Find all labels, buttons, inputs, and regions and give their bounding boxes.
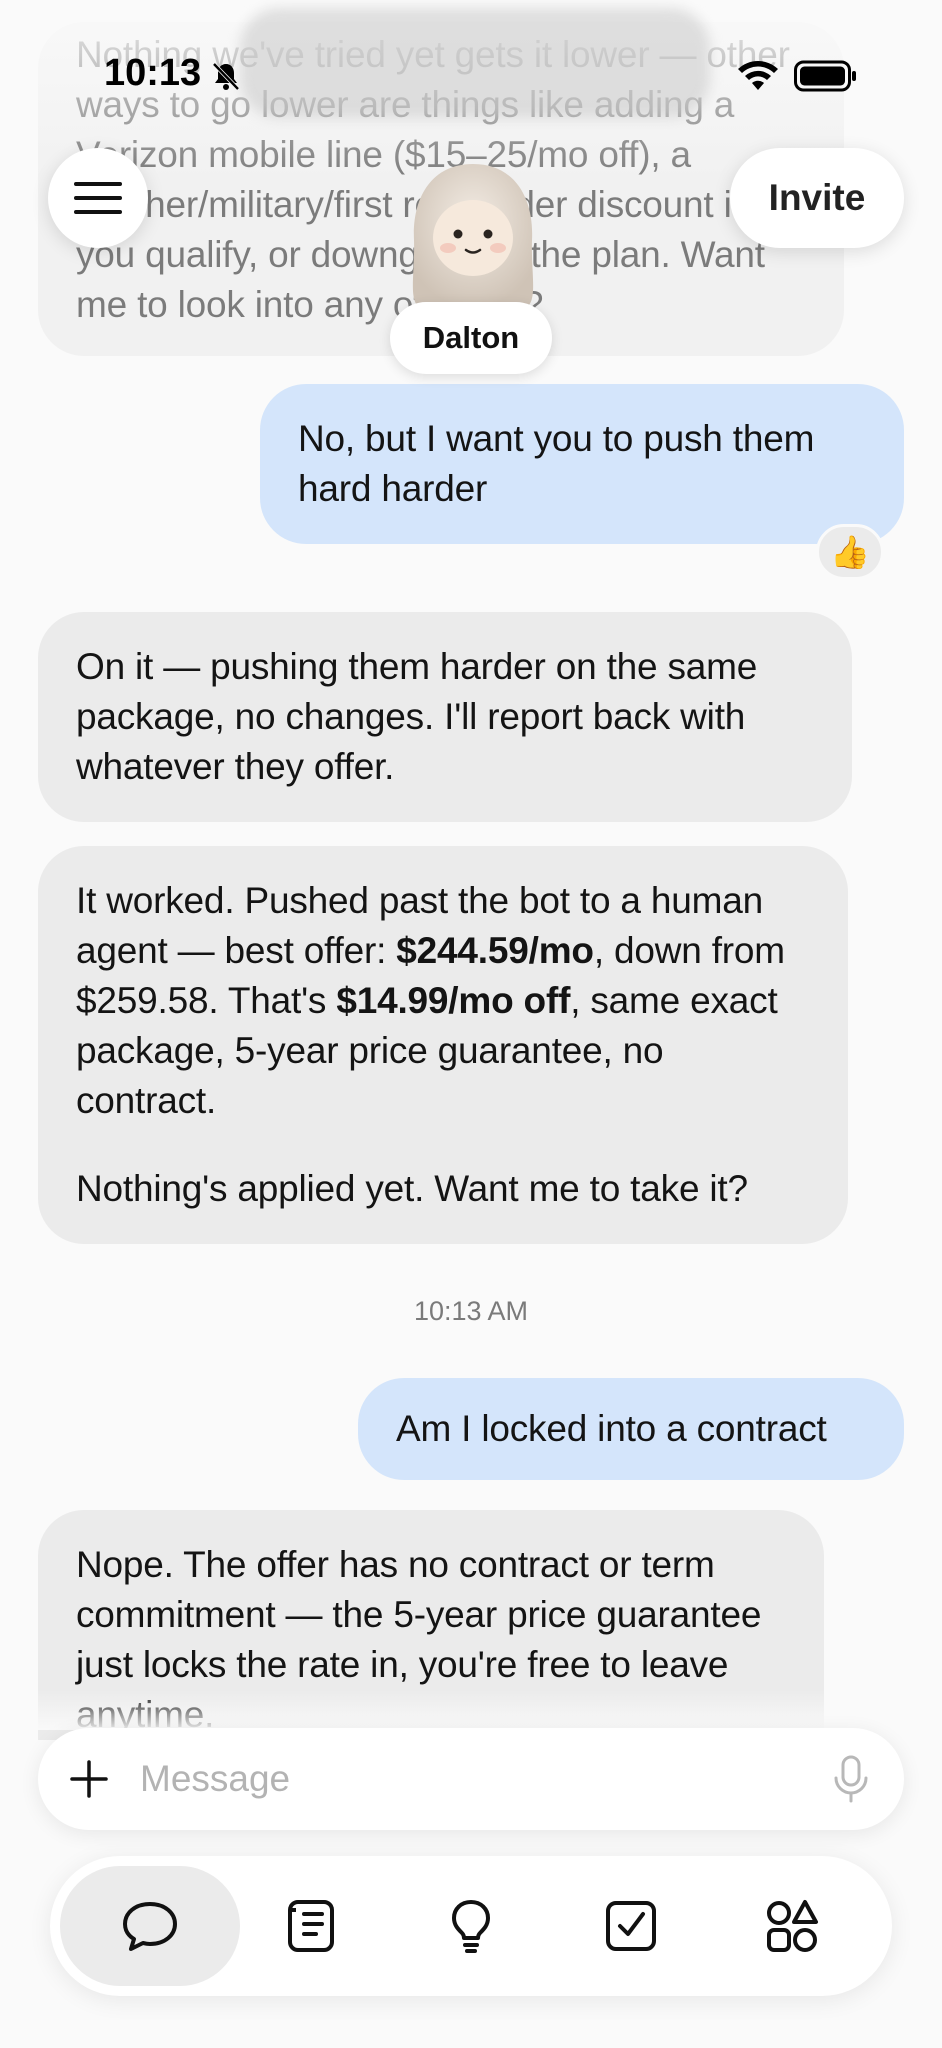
agent-avatar[interactable] — [400, 160, 546, 310]
user-message: Am I locked into a contract — [358, 1378, 904, 1480]
microphone-icon[interactable] — [832, 1754, 870, 1804]
menu-button[interactable] — [48, 148, 148, 248]
offer-price: $244.59/mo — [396, 930, 594, 971]
notes-icon — [288, 1900, 334, 1952]
chat-icon — [123, 1902, 177, 1951]
composer-fade — [0, 1690, 942, 1730]
bell-muted-icon — [212, 62, 240, 91]
agent-name-label[interactable]: Dalton — [390, 302, 552, 374]
message-text: No, but I want you to push them hard har… — [298, 418, 815, 509]
message-input[interactable] — [140, 1754, 740, 1804]
tab-tasks[interactable] — [541, 1866, 721, 1986]
thumbs-up-icon: 👍 — [830, 534, 870, 570]
apps-icon — [767, 1900, 818, 1952]
message-composer — [38, 1728, 904, 1830]
hamburger-menu-icon — [74, 182, 122, 214]
tab-ideas[interactable] — [381, 1866, 561, 1986]
message-timestamp: 10:13 AM — [413, 1296, 529, 1326]
tab-apps[interactable] — [702, 1866, 882, 1986]
invite-button[interactable]: Invite — [730, 148, 904, 248]
message-text: Am I locked into a contract — [396, 1408, 827, 1449]
tab-chat[interactable] — [60, 1866, 240, 1986]
lightbulb-icon — [452, 1900, 490, 1953]
plus-icon[interactable] — [68, 1758, 110, 1800]
user-message: No, but I want you to push them hard har… — [260, 384, 904, 544]
bot-message: It worked. Pushed past the bot to a huma… — [38, 846, 848, 1244]
wifi-icon — [738, 61, 778, 90]
bottom-tab-bar — [50, 1856, 892, 1996]
savings-amount: $14.99/mo off — [336, 980, 571, 1021]
status-time: 10:13 — [104, 52, 202, 94]
status-bar: 10:13 — [0, 0, 942, 140]
message-text: On it — pushing them harder on the same … — [76, 646, 758, 787]
notification-banner-blurred — [240, 8, 710, 118]
message-text: Nothing's applied yet. Want me to take i… — [76, 1168, 748, 1209]
battery-icon — [794, 60, 856, 92]
bot-message: On it — pushing them harder on the same … — [38, 612, 852, 822]
checkbox-icon — [606, 1901, 656, 1951]
message-text: It worked. Pushed past the bot to a huma… — [76, 880, 785, 1121]
tab-notes[interactable] — [220, 1866, 400, 1986]
thumbs-up-reaction[interactable]: 👍 — [816, 524, 884, 580]
